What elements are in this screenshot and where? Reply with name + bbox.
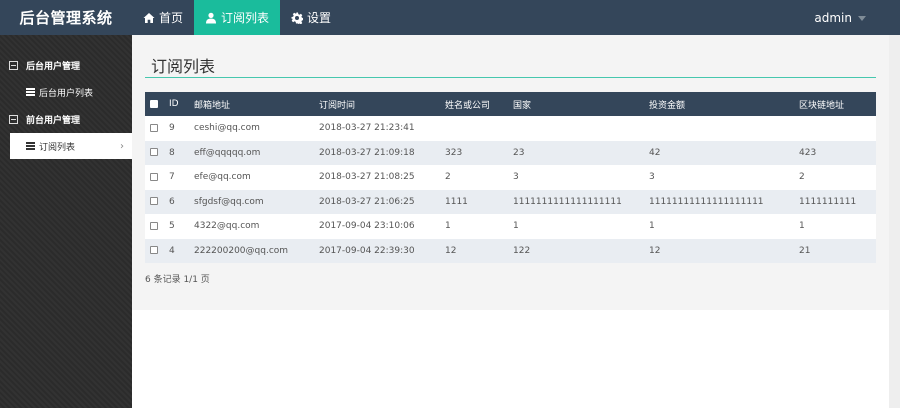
content-background	[132, 310, 889, 408]
username: admin	[814, 10, 852, 25]
sidebar-group-front-users[interactable]: 前台用户管理	[0, 105, 132, 133]
cell-country: 122	[513, 238, 649, 263]
nav-subscriptions[interactable]: 订阅列表	[194, 0, 281, 35]
subscription-table: ID 邮箱地址 订阅时间 姓名或公司 国家 投资金额 区块链地址 9 ceshi@…	[145, 92, 876, 263]
cell-blockchain: 423	[799, 140, 876, 165]
cell-blockchain: 2	[799, 165, 876, 190]
chevron-right-icon: ›	[120, 140, 124, 152]
row-checkbox[interactable]	[145, 238, 169, 263]
cell-amount: 12	[649, 238, 799, 263]
nav-home-label: 首页	[159, 11, 184, 25]
cell-time: 2018-03-27 21:06:25	[319, 189, 445, 214]
table-row: 8 eff@qqqqq.om 2018-03-27 21:09:18 323 23 42 4…	[145, 140, 876, 165]
row-checkbox[interactable]	[145, 189, 169, 214]
row-checkbox[interactable]	[145, 165, 169, 190]
sidebar-item-label: 后台用户列表	[39, 88, 94, 99]
nav-subscriptions-label: 订阅列表	[221, 11, 270, 25]
cell-id: 9	[169, 116, 194, 141]
collapse-icon	[9, 60, 18, 70]
cell-amount: 1	[649, 214, 799, 239]
cell-id: 5	[169, 214, 194, 239]
cell-country: 3	[513, 165, 649, 190]
sidebar: 后台用户管理 后台用户列表 前台用户管理 订阅列表 ›	[0, 35, 132, 408]
sidebar-item-subscription-list[interactable]: 订阅列表 ›	[10, 133, 132, 159]
collapse-icon	[9, 114, 18, 124]
cell-blockchain: 1111111111	[799, 189, 876, 214]
row-checkbox[interactable]	[145, 214, 169, 239]
title-divider	[145, 77, 876, 78]
gear-icon	[291, 12, 304, 24]
sidebar-item-label: 订阅列表	[39, 142, 76, 153]
select-all-checkbox[interactable]	[145, 92, 169, 116]
cell-name	[445, 116, 513, 141]
cell-email: ceshi@qq.com	[194, 116, 319, 141]
sidebar-group-label: 后台用户管理	[26, 61, 81, 72]
list-icon	[26, 142, 35, 150]
nav-home[interactable]: 首页	[132, 0, 194, 35]
cell-id: 7	[169, 165, 194, 190]
cell-id: 8	[169, 140, 194, 165]
table-header-row: ID 邮箱地址 订阅时间 姓名或公司 国家 投资金额 区块链地址	[145, 92, 876, 116]
home-icon	[143, 12, 155, 23]
cell-country: 23	[513, 140, 649, 165]
sidebar-group-admin-users[interactable]: 后台用户管理	[0, 51, 132, 79]
cell-amount: 3	[649, 165, 799, 190]
column-header-name[interactable]: 姓名或公司	[445, 92, 513, 116]
cell-name: 2	[445, 165, 513, 190]
column-header-id[interactable]: ID	[169, 92, 194, 116]
cell-amount: 42	[649, 140, 799, 165]
user-menu[interactable]: admin	[814, 0, 900, 35]
cell-time: 2018-03-27 21:09:18	[319, 140, 445, 165]
sidebar-group-label: 前台用户管理	[26, 115, 81, 126]
cell-time: 2018-03-27 21:08:25	[319, 165, 445, 190]
cell-email: 4322@qq.com	[194, 214, 319, 239]
table-row: 6 sfgdsf@qq.com 2018-03-27 21:06:25 1111 111…	[145, 189, 876, 214]
cell-email: 222200200@qq.com	[194, 238, 319, 263]
column-header-country[interactable]: 国家	[513, 92, 649, 116]
cell-country: 1111111111111111111	[513, 189, 649, 214]
cell-email: sfgdsf@qq.com	[194, 189, 319, 214]
column-header-blockchain[interactable]: 区块链地址	[799, 92, 876, 116]
cell-blockchain: 21	[799, 238, 876, 263]
user-icon	[206, 12, 217, 23]
cell-name: 1	[445, 214, 513, 239]
cell-time: 2018-03-27 21:23:41	[319, 116, 445, 141]
column-header-email[interactable]: 邮箱地址	[194, 92, 319, 116]
cell-name: 323	[445, 140, 513, 165]
cell-amount: 11111111111111111111	[649, 189, 799, 214]
list-icon	[26, 88, 35, 96]
cell-email: efe@qq.com	[194, 165, 319, 190]
cell-country	[513, 116, 649, 141]
cell-blockchain: 1	[799, 214, 876, 239]
scrollbar[interactable]	[889, 35, 900, 408]
cell-id: 6	[169, 189, 194, 214]
table-row: 4 222200200@qq.com 2017-09-04 22:39:30 12 12…	[145, 238, 876, 263]
cell-name: 1111	[445, 189, 513, 214]
row-checkbox[interactable]	[145, 116, 169, 141]
cell-name: 12	[445, 238, 513, 263]
caret-down-icon	[858, 16, 866, 21]
cell-email: eff@qqqqq.om	[194, 140, 319, 165]
table-row: 7 efe@qq.com 2018-03-27 21:08:25 2 3 3 2	[145, 165, 876, 190]
column-header-time[interactable]: 订阅时间	[319, 92, 445, 116]
pagination-summary: 6 条记录 1/1 页	[145, 275, 210, 285]
nav-settings[interactable]: 设置	[280, 0, 342, 35]
cell-country: 1	[513, 214, 649, 239]
brand-title: 后台管理系统	[19, 9, 113, 27]
cell-blockchain	[799, 116, 876, 141]
page-title: 订阅列表	[151, 57, 216, 76]
column-header-amount[interactable]: 投资金额	[649, 92, 799, 116]
cell-amount	[649, 116, 799, 141]
table-row: 5 4322@qq.com 2017-09-04 23:10:06 1 1 1 1	[145, 214, 876, 239]
table-row: 9 ceshi@qq.com 2018-03-27 21:23:41	[145, 116, 876, 141]
sidebar-item-admin-user-list[interactable]: 后台用户列表	[0, 79, 132, 105]
top-navbar: 后台管理系统 首页 订阅列表 设置 admin	[0, 0, 900, 35]
cell-time: 2017-09-04 23:10:06	[319, 214, 445, 239]
nav-settings-label: 设置	[307, 11, 332, 25]
row-checkbox[interactable]	[145, 140, 169, 165]
cell-time: 2017-09-04 22:39:30	[319, 238, 445, 263]
cell-id: 4	[169, 238, 194, 263]
main-content: 订阅列表 ID 邮箱地址 订阅时间 姓名或公司 国家 投资金额 区块链地址 9c…	[132, 35, 889, 310]
